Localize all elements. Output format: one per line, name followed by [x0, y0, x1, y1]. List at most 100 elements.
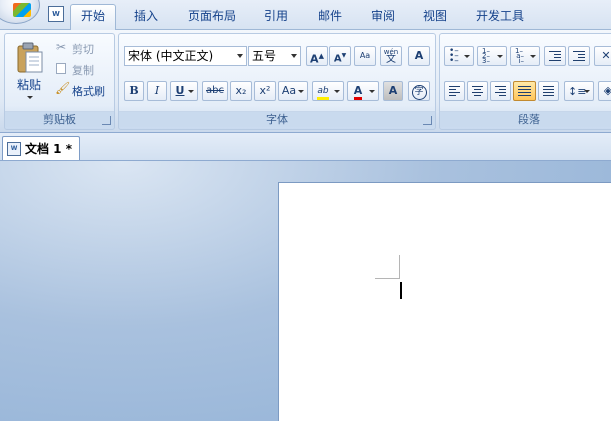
word-doc-icon[interactable]: W: [48, 6, 64, 22]
word-document-icon: W: [7, 142, 21, 156]
chinese-layout-button[interactable]: ✕: [594, 46, 611, 66]
chevron-down-icon: [464, 55, 470, 58]
chevron-down-icon: [530, 55, 536, 58]
italic-button[interactable]: I: [147, 81, 167, 101]
chevron-down-icon: [237, 54, 243, 58]
tab-insert[interactable]: 插入: [134, 6, 158, 28]
distributed-icon: [543, 86, 554, 96]
change-case-button[interactable]: Aa: [278, 81, 308, 101]
phonetic-guide-char: 文: [386, 54, 396, 65]
paintbrush-icon: 🖌: [55, 81, 71, 95]
tab-page-layout[interactable]: 页面布局: [188, 6, 236, 28]
chevron-down-icon: [27, 96, 33, 99]
line-spacing-button[interactable]: ↕≡: [564, 81, 594, 101]
subscript-button[interactable]: x₂: [230, 81, 252, 101]
copy-icon: [56, 63, 66, 74]
cut-button[interactable]: ✂ 剪切: [53, 38, 111, 56]
justify-button[interactable]: [513, 81, 536, 101]
shading-button[interactable]: ◈: [598, 81, 611, 101]
watermark-url: jingyan.baidu.com: [497, 401, 581, 411]
character-border-icon: A: [414, 49, 424, 62]
chevron-down-icon: [334, 90, 340, 93]
document-tab[interactable]: W 文档 1 *: [2, 136, 80, 160]
format-painter-label: 格式刷: [72, 85, 105, 98]
change-case-icon: Aa: [281, 84, 297, 97]
character-border-button[interactable]: A: [408, 46, 430, 66]
align-left-button[interactable]: [444, 81, 465, 101]
paste-label: 粘贴: [17, 78, 42, 92]
office-button[interactable]: [0, 0, 40, 24]
font-size-combobox[interactable]: 五号: [248, 46, 301, 66]
font-name-combobox[interactable]: 宋体 (中文正文): [124, 46, 247, 66]
chevron-down-icon: [188, 90, 194, 93]
numbering-button[interactable]: 1– 2– 3–: [477, 46, 507, 66]
shrink-font-button[interactable]: A▼: [329, 46, 351, 66]
decrease-indent-button[interactable]: [544, 46, 566, 66]
align-right-button[interactable]: [490, 81, 511, 101]
paragraph-group: •– •– •– 1– 2– 3– 1– a– i– ✕ ↕≡ ◈ 段落: [439, 33, 611, 130]
chevron-down-icon: [369, 90, 375, 93]
phonetic-guide-button[interactable]: wén 文: [380, 46, 402, 66]
multilevel-list-icon: 1– a– i–: [514, 47, 525, 65]
align-right-icon: [495, 86, 506, 96]
chevron-down-icon: [497, 55, 503, 58]
chevron-down-icon: [291, 54, 297, 58]
multilevel-list-button[interactable]: 1– a– i–: [510, 46, 540, 66]
watermark-brand: Bai du 经验: [462, 376, 581, 400]
distributed-button[interactable]: [538, 81, 559, 101]
copy-button[interactable]: 复制: [53, 59, 111, 77]
dialog-launcher-icon[interactable]: [423, 116, 432, 125]
ribbon: 粘贴 ✂ 剪切 复制 🖌 格式刷 剪贴板 宋体 (中文正文) 五号 A▲ A▼ …: [0, 30, 611, 133]
align-center-icon: [472, 86, 483, 96]
font-color-icon: A: [353, 85, 363, 100]
align-center-button[interactable]: [467, 81, 488, 101]
align-left-icon: [449, 86, 460, 96]
text-cursor: [400, 282, 402, 299]
enclose-characters-button[interactable]: 字: [408, 81, 430, 101]
dialog-launcher-icon[interactable]: [102, 116, 111, 125]
margin-corner-mark: [375, 278, 399, 279]
document-workspace: Bai du 经验 jingyan.baidu.com: [0, 161, 611, 421]
highlight-color-button[interactable]: ab: [312, 81, 344, 101]
chevron-down-icon: [584, 90, 590, 93]
strikethrough-button[interactable]: abc: [202, 81, 228, 101]
margin-corner-mark: [399, 255, 400, 279]
increase-indent-button[interactable]: [568, 46, 590, 66]
font-color-button[interactable]: A: [347, 81, 379, 101]
bullets-button[interactable]: •– •– •–: [444, 46, 474, 66]
tab-review[interactable]: 审阅: [371, 6, 395, 28]
tab-view[interactable]: 视图: [423, 6, 447, 28]
font-group-label: 字体: [119, 111, 435, 127]
tab-mailings[interactable]: 邮件: [318, 6, 342, 28]
paint-bucket-icon: ◈: [603, 84, 611, 97]
paste-icon: [17, 42, 43, 73]
superscript-button[interactable]: x²: [254, 81, 276, 101]
shrink-font-icon: A: [333, 53, 342, 65]
tab-references[interactable]: 引用: [264, 6, 288, 28]
numbering-icon: 1– 2– 3–: [482, 47, 490, 65]
font-size-value: 五号: [252, 49, 277, 63]
grow-font-button[interactable]: A▲: [306, 46, 328, 66]
format-painter-button[interactable]: 🖌 格式刷: [53, 80, 113, 98]
eraser-icon: Aa: [359, 51, 371, 60]
clipboard-group: 粘贴 ✂ 剪切 复制 🖌 格式刷 剪贴板: [4, 33, 115, 130]
paragraph-group-label: 段落: [440, 111, 611, 127]
underline-button[interactable]: U: [170, 81, 198, 101]
tab-home[interactable]: 开始: [70, 4, 117, 31]
underline-icon: U: [175, 84, 185, 97]
character-shading-button[interactable]: A: [383, 81, 403, 101]
decrease-indent-icon: [549, 51, 561, 61]
chinese-layout-icon: ✕: [601, 49, 611, 62]
highlighter-icon: ab: [317, 86, 329, 100]
cut-label: 剪切: [72, 43, 94, 56]
document-tab-strip: W 文档 1 *: [0, 133, 611, 161]
bold-button[interactable]: B: [124, 81, 144, 101]
office-logo-icon: [13, 3, 31, 17]
justify-icon: [518, 86, 531, 96]
font-group: 宋体 (中文正文) 五号 A▲ A▼ Aa wén 文 A B I U abc: [118, 33, 436, 130]
paste-button[interactable]: 粘贴: [9, 37, 49, 107]
enclose-characters-icon: 字: [411, 85, 427, 100]
font-name-value: 宋体 (中文正文): [128, 49, 214, 63]
tab-developer[interactable]: 开发工具: [476, 6, 524, 28]
clear-formatting-button[interactable]: Aa: [354, 46, 376, 66]
